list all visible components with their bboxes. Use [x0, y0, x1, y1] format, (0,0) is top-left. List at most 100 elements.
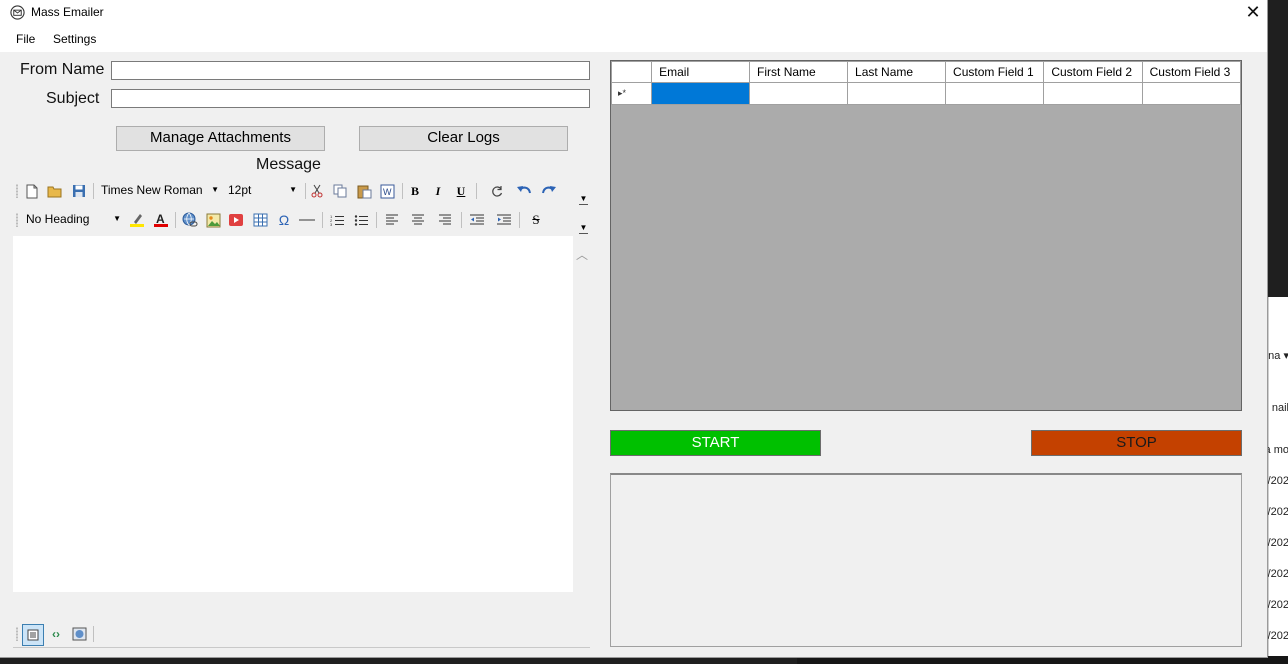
align-left-icon[interactable]: [383, 211, 401, 229]
align-right-icon[interactable]: [436, 211, 454, 229]
toolbar-separator: [461, 212, 462, 228]
heading-select[interactable]: No Heading ▼: [23, 209, 123, 229]
column-header-first-name[interactable]: First Name: [749, 61, 849, 83]
refresh-icon[interactable]: [488, 182, 506, 200]
numbered-list-icon[interactable]: 123: [328, 211, 346, 229]
horizontal-rule-icon[interactable]: [298, 211, 316, 229]
column-header-last-name[interactable]: Last Name: [847, 61, 947, 83]
grid-cell-custom-field-1[interactable]: [945, 82, 1045, 105]
toolbar-separator: [376, 212, 377, 228]
highlight-color-icon[interactable]: [128, 211, 146, 229]
log-output[interactable]: [610, 473, 1242, 647]
paste-icon[interactable]: [355, 182, 373, 200]
background-text: /202: [1267, 630, 1288, 642]
toolbar-separator: [519, 212, 520, 228]
bullet-list-icon[interactable]: [352, 211, 370, 229]
from-name-label: From Name: [20, 61, 105, 78]
editor-scrollbar[interactable]: ︿: [573, 236, 590, 592]
background-window-strip: na ▾ nail a mo /202 /202 /202 /202 /202 …: [1264, 297, 1288, 664]
menu-bar: File Settings: [0, 26, 1267, 52]
undo-icon[interactable]: [515, 182, 533, 200]
column-header-email[interactable]: Email: [651, 61, 751, 83]
message-editor[interactable]: ︿: [13, 236, 590, 592]
toolbar-grip[interactable]: [16, 184, 18, 198]
strikethrough-icon[interactable]: S: [527, 211, 545, 229]
link-icon[interactable]: [181, 211, 199, 229]
clear-logs-button[interactable]: Clear Logs: [359, 126, 568, 151]
align-center-icon[interactable]: [409, 211, 427, 229]
copy-icon[interactable]: [331, 182, 349, 200]
grid-cell-email[interactable]: [651, 82, 751, 105]
new-row-marker[interactable]: ▸*: [611, 82, 653, 105]
table-icon[interactable]: [251, 211, 269, 229]
preview-icon[interactable]: [70, 625, 88, 643]
heading-value: No Heading: [26, 212, 90, 226]
font-size-value: 12pt: [228, 183, 252, 197]
subject-input[interactable]: [111, 89, 590, 108]
toolbar-separator: [305, 183, 306, 199]
background-text: /202: [1267, 568, 1288, 580]
toolbar-overflow-icon[interactable]: ▼: [579, 223, 588, 234]
chevron-down-icon: ▼: [211, 185, 219, 194]
bold-icon[interactable]: B: [406, 182, 424, 200]
stop-button[interactable]: STOP: [1031, 430, 1242, 456]
design-view-icon[interactable]: [22, 624, 44, 646]
underline-icon[interactable]: U: [452, 182, 470, 200]
grid-cell-first-name[interactable]: [749, 82, 849, 105]
redo-icon[interactable]: [539, 182, 557, 200]
scroll-up-icon[interactable]: ︿: [576, 246, 588, 263]
menu-settings[interactable]: Settings: [53, 32, 96, 46]
editor-toolbar-2: No Heading ▼ A Ω 123 S ▼: [13, 207, 590, 234]
column-header-custom-field-2[interactable]: Custom Field 2: [1043, 61, 1143, 83]
background-text: /202: [1267, 475, 1288, 487]
column-header-custom-field-3[interactable]: Custom Field 3: [1141, 61, 1241, 83]
background-text: na ▾: [1268, 350, 1288, 362]
manage-attachments-button[interactable]: Manage Attachments: [116, 126, 325, 151]
toolbar-overflow-icon[interactable]: ▼: [579, 194, 588, 205]
from-name-input[interactable]: [111, 61, 590, 80]
grid-cell-last-name[interactable]: [847, 82, 947, 105]
font-name-select[interactable]: Times New Roman ▼: [99, 180, 221, 200]
svg-text:W: W: [383, 187, 392, 197]
image-icon[interactable]: [204, 211, 222, 229]
font-size-select[interactable]: 12pt ▼: [225, 180, 299, 200]
grid-corner-header[interactable]: [611, 61, 653, 83]
toolbar-separator: [93, 626, 94, 642]
chevron-down-icon: ▼: [113, 214, 121, 223]
table-row[interactable]: ▸*: [611, 82, 1241, 105]
toolbar-separator: [402, 183, 403, 199]
toolbar-separator: [175, 212, 176, 228]
message-label: Message: [256, 156, 321, 173]
special-character-icon[interactable]: Ω: [275, 211, 293, 229]
open-folder-icon[interactable]: [46, 182, 64, 200]
italic-icon[interactable]: I: [429, 182, 447, 200]
word-paste-icon[interactable]: W: [378, 182, 396, 200]
editor-toolbar-1: Times New Roman ▼ 12pt ▼ W B I U ▼: [13, 178, 590, 205]
window-title: Mass Emailer: [31, 5, 104, 19]
save-icon[interactable]: [70, 182, 88, 200]
video-icon[interactable]: [227, 211, 245, 229]
cut-icon[interactable]: [308, 182, 326, 200]
close-icon[interactable]: ✕: [1244, 3, 1262, 21]
grid-cell-custom-field-3[interactable]: [1141, 82, 1241, 105]
outdent-icon[interactable]: [468, 211, 486, 229]
font-name-value: Times New Roman: [101, 183, 203, 197]
toolbar-grip[interactable]: [16, 627, 18, 641]
font-color-icon[interactable]: A: [152, 211, 170, 229]
recipients-grid[interactable]: Email First Name Last Name Custom Field …: [610, 60, 1242, 411]
start-button[interactable]: START: [610, 430, 821, 456]
menu-file[interactable]: File: [16, 32, 35, 46]
toolbar-grip[interactable]: [16, 213, 18, 227]
background-text: a mo: [1264, 444, 1288, 456]
chevron-down-icon: ▼: [289, 185, 297, 194]
editor-mode-bar: ‹›: [13, 622, 590, 648]
new-document-icon[interactable]: [23, 182, 41, 200]
background-text: /202: [1267, 506, 1288, 518]
toolbar-separator: [476, 183, 477, 199]
indent-icon[interactable]: [495, 211, 513, 229]
mail-icon: [10, 5, 25, 20]
html-source-icon[interactable]: ‹›: [47, 625, 65, 643]
column-header-custom-field-1[interactable]: Custom Field 1: [945, 61, 1045, 83]
grid-cell-custom-field-2[interactable]: [1043, 82, 1143, 105]
background-text: nail: [1271, 402, 1288, 414]
